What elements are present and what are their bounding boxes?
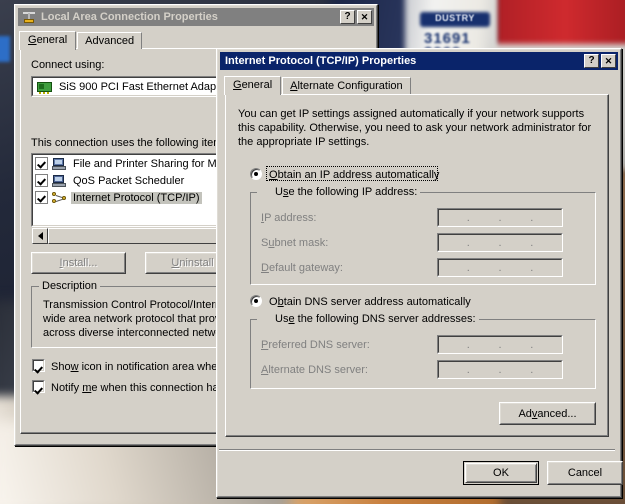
advanced-button[interactable]: Advanced... — [499, 402, 596, 425]
tcpip-help-button[interactable]: ? — [584, 54, 599, 68]
preferred-dns-label: Preferred DNS server: — [261, 339, 370, 351]
alternate-dns-label: Alternate DNS server: — [261, 364, 368, 376]
bg-blue-tab — [0, 36, 10, 62]
radio-obtain-ip-label: Obtain an IP address automatically — [269, 169, 439, 181]
list-item-checkbox[interactable] — [35, 191, 48, 204]
bg-label-text: DUSTRY — [424, 13, 486, 25]
items-list-label: This connection uses the following items… — [31, 137, 231, 149]
ok-button[interactable]: OK — [463, 461, 539, 485]
network-connection-icon — [21, 10, 37, 24]
intro-line: You can get IP settings assigned automat… — [238, 107, 591, 121]
list-item-checkbox[interactable] — [35, 157, 48, 170]
radio-obtain-dns-automatically[interactable] — [250, 295, 262, 307]
ip-address-label: IP address: — [261, 212, 316, 224]
lan-help-button[interactable]: ? — [340, 10, 355, 24]
computer-icon — [52, 157, 68, 171]
tcpip-title-text: Internet Protocol (TCP/IP) Properties — [225, 55, 584, 67]
ip-address-field[interactable]: ... — [437, 208, 563, 227]
bg-red-panel — [498, 0, 625, 50]
preferred-dns-field[interactable]: ... — [437, 335, 563, 354]
lan-tab-general[interactable]: General — [19, 31, 76, 50]
adapter-name: SiS 900 PCI Fast Ethernet Adapter — [59, 81, 229, 93]
lan-tabstrip[interactable]: General Advanced — [18, 30, 374, 49]
scroll-left-arrow-icon[interactable] — [32, 228, 48, 244]
computer-icon — [52, 174, 68, 188]
tcpip-button-separator — [219, 449, 615, 451]
lan-tab-advanced[interactable]: Advanced — [77, 32, 142, 49]
lan-close-button[interactable]: ✕ — [357, 10, 372, 24]
show-icon-checkbox[interactable] — [32, 359, 45, 372]
tcpip-properties-window[interactable]: Internet Protocol (TCP/IP) Properties ? … — [216, 48, 622, 498]
description-groupbox-caption: Description — [39, 280, 100, 292]
advanced-button-label: Advanced... — [500, 403, 595, 424]
radio-obtain-dns-label: Obtain DNS server address automatically — [269, 296, 471, 308]
radio-use-following-ip-label: Use the following IP address: — [275, 186, 417, 198]
cancel-button[interactable]: Cancel — [547, 461, 623, 485]
intro-line: the appropriate IP settings. — [238, 135, 591, 149]
alternate-dns-field[interactable]: ... — [437, 360, 563, 379]
use-following-ip-caption-area: Use the following IP address: — [257, 186, 420, 199]
intro-line: this capability. Otherwise, you need to … — [238, 121, 591, 135]
list-item-checkbox[interactable] — [35, 174, 48, 187]
lan-title-text: Local Area Connection Properties — [41, 11, 340, 23]
list-item-label: Internet Protocol (TCP/IP) — [71, 192, 202, 204]
subnet-mask-field[interactable]: ... — [437, 233, 563, 252]
default-gateway-label: Default gateway: — [261, 262, 343, 274]
use-following-dns-groupbox: Use the following DNS server addresses: … — [250, 313, 596, 389]
default-gateway-field[interactable]: ... — [437, 258, 563, 277]
use-following-dns-caption-area: Use the following DNS server addresses: — [257, 313, 479, 326]
use-following-ip-groupbox: Use the following IP address: IP address… — [250, 186, 596, 285]
notify-checkbox[interactable] — [32, 380, 45, 393]
tcpip-tab-page: You can get IP settings assigned automat… — [225, 94, 609, 437]
tcpip-tab-general[interactable]: General — [224, 76, 281, 95]
lan-titlebar[interactable]: Local Area Connection Properties ? ✕ — [18, 8, 374, 26]
connect-using-label: Connect using: — [31, 59, 104, 71]
tcpip-close-button[interactable]: ✕ — [601, 54, 616, 68]
subnet-mask-label: Subnet mask: — [261, 237, 328, 249]
install-button-label: Install... — [32, 253, 125, 273]
list-item-label: QoS Packet Scheduler — [71, 175, 186, 187]
network-adapter-icon — [36, 80, 54, 94]
tcpip-tab-alternate-configuration[interactable]: Alternate Configuration — [282, 77, 411, 94]
ok-button-label: OK — [465, 463, 537, 483]
cancel-button-label: Cancel — [548, 462, 622, 484]
tcpip-titlebar[interactable]: Internet Protocol (TCP/IP) Properties ? … — [220, 52, 618, 70]
protocol-icon — [52, 191, 68, 205]
radio-obtain-ip-automatically[interactable] — [250, 168, 262, 180]
install-button[interactable]: Install... — [31, 252, 126, 274]
radio-use-following-dns-label: Use the following DNS server addresses: — [275, 313, 476, 325]
tcpip-tabstrip[interactable]: General Alternate Configuration — [220, 75, 618, 94]
